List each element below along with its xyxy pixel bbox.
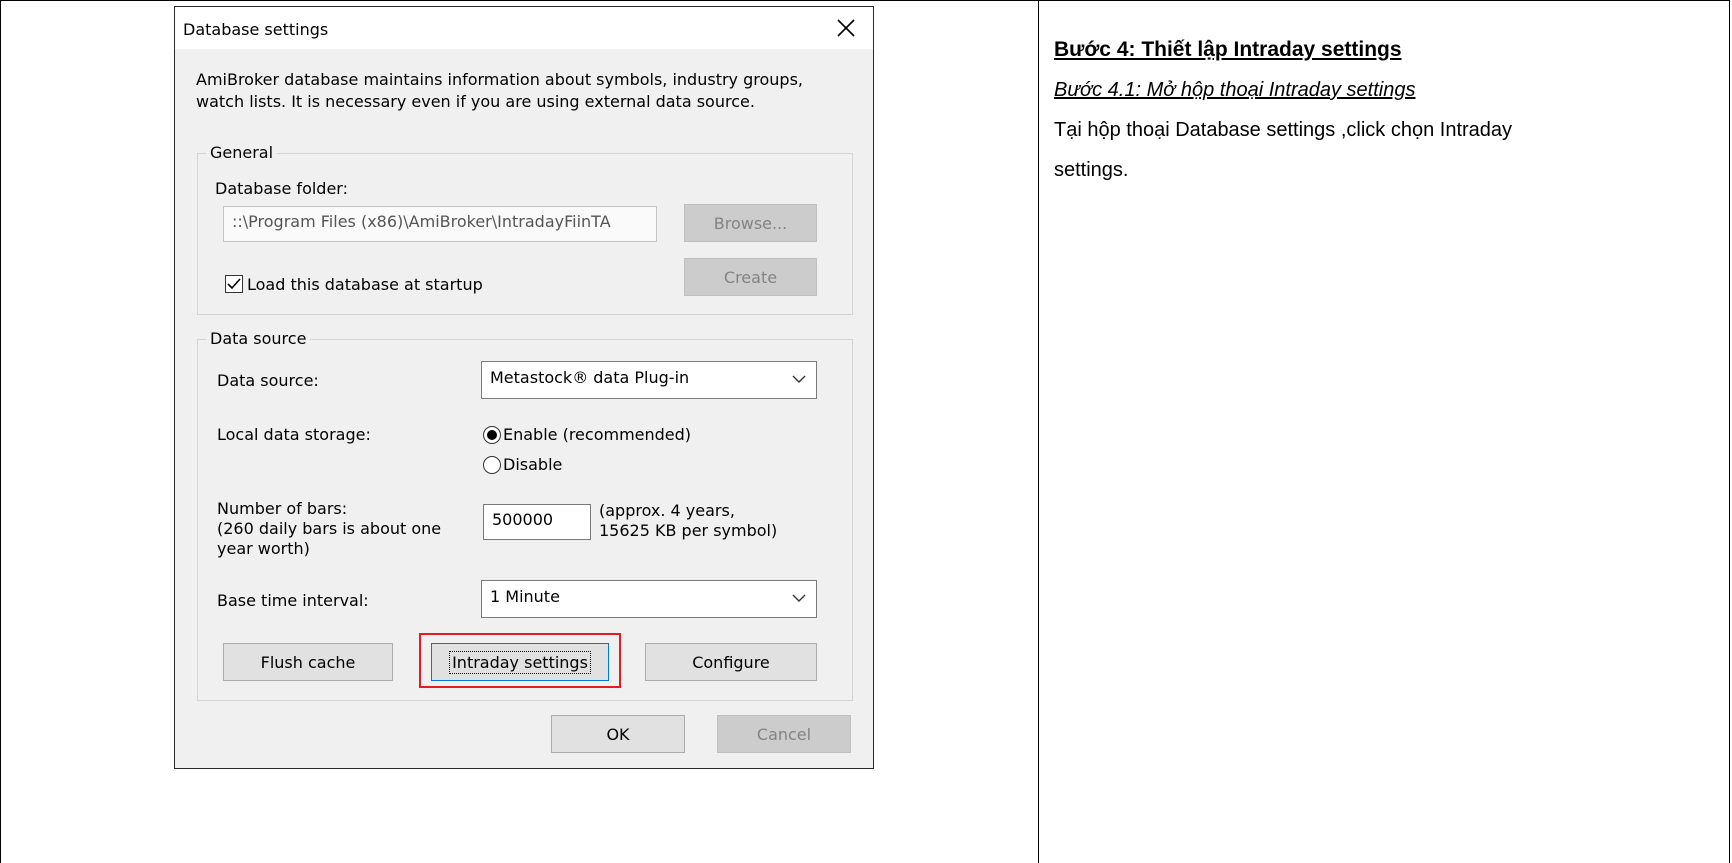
radio-selected-dot (487, 430, 497, 440)
enable-radio-label[interactable]: Enable (recommended) (503, 425, 691, 444)
column-divider (1038, 0, 1039, 863)
close-icon[interactable] (833, 15, 859, 41)
chevron-down-icon (792, 375, 806, 383)
cancel-button[interactable]: Cancel (717, 715, 851, 753)
disable-radio[interactable] (483, 456, 501, 474)
database-folder-label: Database folder: (215, 179, 348, 198)
ok-button[interactable]: OK (551, 715, 685, 753)
load-startup-label[interactable]: Load this database at startup (247, 275, 483, 294)
base-interval-label: Base time interval: (217, 591, 369, 610)
disable-radio-label[interactable]: Disable (503, 455, 562, 474)
data-source-select[interactable]: Metastock® data Plug-in (481, 361, 817, 399)
instruction-column: Bước 4: Thiết lập Intraday settings Bước… (1054, 30, 1724, 190)
enable-radio[interactable] (483, 426, 501, 444)
chevron-down-icon (792, 594, 806, 602)
database-settings-dialog: Database settings AmiBroker database mai… (174, 6, 874, 769)
step-body: Tại hộp thoại Database settings ,click c… (1054, 119, 1513, 181)
data-source-group-label: Data source (206, 329, 311, 348)
highlight-annotation (419, 633, 621, 688)
dialog-description: AmiBroker database maintains information… (196, 70, 803, 111)
load-startup-checkbox[interactable] (225, 275, 243, 293)
base-interval-select[interactable]: 1 Minute (481, 580, 817, 618)
step-heading: Bước 4: Thiết lập Intraday settings (1054, 38, 1402, 61)
data-source-value: Metastock® data Plug-in (490, 368, 690, 387)
data-source-label: Data source: (217, 371, 319, 390)
number-of-bars-hint-2: year worth) (217, 539, 310, 558)
number-of-bars-label: Number of bars: (217, 499, 348, 518)
database-folder-field[interactable]: ::\Program Files (x86)\AmiBroker\Intrada… (223, 206, 657, 242)
bars-approx-info-2: 15625 KB per symbol) (599, 521, 778, 540)
local-storage-label: Local data storage: (217, 425, 371, 444)
general-group-label: General (206, 143, 278, 162)
configure-button[interactable]: Configure (645, 643, 817, 681)
number-of-bars-input[interactable]: 500000 (483, 504, 591, 540)
base-interval-value: 1 Minute (490, 587, 560, 606)
bars-approx-info-1: (approx. 4 years, (599, 501, 735, 520)
dialog-titlebar: Database settings (175, 7, 873, 49)
checkmark-icon (227, 278, 241, 290)
dialog-title: Database settings (183, 20, 329, 39)
step-subheading: Bước 4.1: Mở hộp thoại Intraday settings (1054, 79, 1416, 101)
create-button[interactable]: Create (684, 258, 817, 296)
flush-cache-button[interactable]: Flush cache (223, 643, 393, 681)
number-of-bars-hint-1: (260 daily bars is about one (217, 519, 442, 538)
browse-button[interactable]: Browse... (684, 204, 817, 242)
